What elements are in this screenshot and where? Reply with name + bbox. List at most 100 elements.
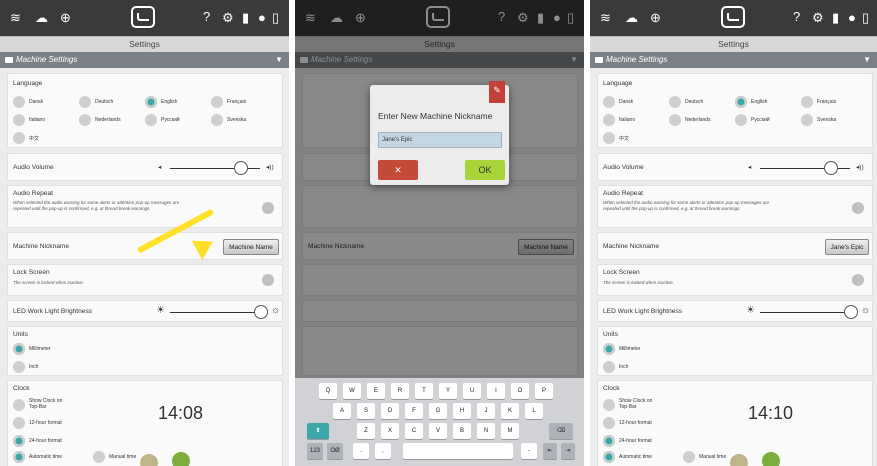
radio-automatic-time[interactable] [603, 451, 615, 463]
key[interactable]: S [357, 403, 375, 419]
cancel-button[interactable]: ✕ [378, 160, 418, 180]
radio-svenska[interactable] [211, 114, 223, 126]
key[interactable]: N [477, 423, 495, 439]
settings-list[interactable]: Language Dansk Deutsch English Français … [590, 68, 877, 466]
help-icon[interactable]: ? [793, 10, 800, 24]
radio-12h[interactable] [13, 417, 25, 429]
radio-millimeter[interactable] [13, 343, 25, 355]
backspace-key[interactable]: ⌫ [549, 423, 573, 439]
key[interactable]: D [381, 403, 399, 419]
key[interactable]: R [391, 383, 409, 399]
ok-button[interactable]: OK [465, 160, 505, 180]
radio-italiano[interactable] [603, 114, 615, 126]
settings-list[interactable]: Language Dansk Deutsch English Français … [0, 68, 289, 466]
shift-key[interactable]: ⬆ [307, 423, 329, 439]
radio-nederlands[interactable] [669, 114, 681, 126]
key[interactable]: . [353, 443, 369, 459]
key[interactable]: W [343, 383, 361, 399]
key[interactable]: X [381, 423, 399, 439]
radio-12h[interactable] [603, 417, 615, 429]
key[interactable]: Q [319, 383, 337, 399]
machine-name-button[interactable]: Machine Name [223, 239, 279, 255]
key[interactable]: C [405, 423, 423, 439]
lock-screen-toggle[interactable] [262, 274, 274, 286]
led-slider[interactable] [170, 312, 260, 313]
thread-status-icon[interactable] [762, 452, 780, 466]
key[interactable]: H [453, 403, 471, 419]
key[interactable]: O [511, 383, 529, 399]
radio-show-clock[interactable] [603, 399, 615, 411]
led-slider[interactable] [760, 312, 850, 313]
home-icon[interactable] [131, 6, 155, 28]
radio-dansk[interactable] [603, 96, 615, 108]
radio-francais[interactable] [801, 96, 813, 108]
radio-manual-time[interactable] [683, 451, 695, 463]
radio-english[interactable] [735, 96, 747, 108]
key[interactable]: B [453, 423, 471, 439]
key[interactable]: Z [357, 423, 375, 439]
radio-deutsch[interactable] [79, 96, 91, 108]
audio-repeat-toggle[interactable] [852, 202, 864, 214]
settings-icon[interactable]: ⚙ [222, 11, 234, 25]
radio-24h[interactable] [603, 435, 615, 447]
radio-chinese[interactable] [603, 132, 615, 144]
key[interactable]: T [415, 383, 433, 399]
machine-name-button[interactable]: Jane's Epic [825, 239, 869, 255]
radio-francais[interactable] [211, 96, 223, 108]
audio-repeat-toggle[interactable] [262, 202, 274, 214]
radio-dansk[interactable] [13, 96, 25, 108]
radio-italiano[interactable] [13, 114, 25, 126]
key[interactable]: P [535, 383, 553, 399]
key[interactable]: E [367, 383, 385, 399]
radio-deutsch[interactable] [669, 96, 681, 108]
key[interactable]: , [375, 443, 391, 459]
lock-screen-toggle[interactable] [852, 274, 864, 286]
key[interactable]: K [501, 403, 519, 419]
key[interactable]: Y [439, 383, 457, 399]
cursor-right-key[interactable]: ⇥ [561, 443, 575, 459]
key[interactable]: F [405, 403, 423, 419]
special-chars-key[interactable]: OØ [327, 443, 343, 459]
bobbin-status-icon[interactable] [140, 454, 158, 466]
radio-millimeter[interactable] [603, 343, 615, 355]
key[interactable]: L [525, 403, 543, 419]
collapse-icon[interactable]: ▼ [275, 52, 283, 68]
numbers-key[interactable]: 123 [307, 443, 323, 459]
key[interactable]: M [501, 423, 519, 439]
section-header[interactable]: Machine Settings ▼ [0, 52, 289, 68]
led-knob[interactable] [844, 305, 858, 319]
cursor-left-key[interactable]: ⇤ [543, 443, 557, 459]
settings-icon[interactable]: ⚙ [812, 11, 824, 25]
collapse-icon[interactable]: ▼ [863, 52, 871, 68]
key[interactable]: I [487, 383, 505, 399]
key[interactable]: V [429, 423, 447, 439]
help-icon[interactable]: ? [203, 10, 210, 24]
language-card: Language Dansk Deutsch English Français … [7, 73, 283, 148]
radio-inch[interactable] [13, 361, 25, 373]
volume-knob[interactable] [824, 161, 838, 175]
radio-russian[interactable] [735, 114, 747, 126]
key[interactable]: U [463, 383, 481, 399]
radio-automatic-time[interactable] [13, 451, 25, 463]
radio-svenska[interactable] [801, 114, 813, 126]
thread-status-icon[interactable] [172, 452, 190, 466]
radio-24h[interactable] [13, 435, 25, 447]
space-key[interactable] [403, 443, 513, 459]
led-knob[interactable] [254, 305, 268, 319]
home-icon[interactable] [721, 6, 745, 28]
radio-chinese[interactable] [13, 132, 25, 144]
bobbin-status-icon[interactable] [730, 454, 748, 466]
hyphen-key[interactable]: - [521, 443, 537, 459]
radio-inch[interactable] [603, 361, 615, 373]
radio-russian[interactable] [145, 114, 157, 126]
radio-nederlands[interactable] [79, 114, 91, 126]
radio-english[interactable] [145, 96, 157, 108]
section-header[interactable]: Machine Settings ▼ [590, 52, 877, 68]
key[interactable]: A [333, 403, 351, 419]
nickname-input[interactable]: Jane's Epic [378, 132, 502, 148]
key[interactable]: J [477, 403, 495, 419]
key[interactable]: G [429, 403, 447, 419]
radio-manual-time[interactable] [93, 451, 105, 463]
volume-knob[interactable] [234, 161, 248, 175]
radio-show-clock[interactable] [13, 399, 25, 411]
